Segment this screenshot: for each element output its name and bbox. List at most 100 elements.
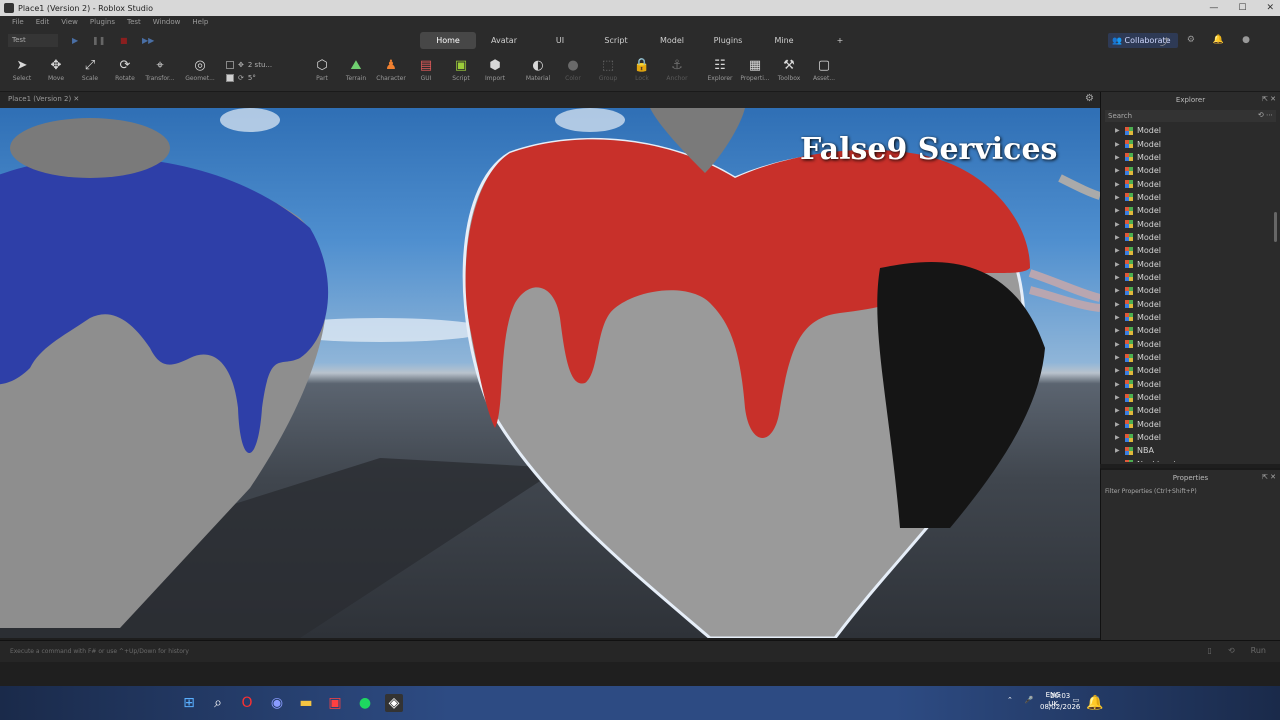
- anchor-tool[interactable]: ⚓ Anchor: [657, 57, 697, 82]
- clock[interactable]: 20:03 08/02/2026: [1040, 691, 1080, 713]
- tab-plugins[interactable]: Plugins: [700, 32, 756, 49]
- run-button[interactable]: Run: [1251, 646, 1266, 655]
- expand-caret-icon[interactable]: ▶: [1115, 301, 1125, 308]
- expand-caret-icon[interactable]: ▶: [1115, 381, 1125, 388]
- expand-caret-icon[interactable]: ▶: [1115, 421, 1125, 428]
- expand-caret-icon[interactable]: ▶: [1115, 154, 1125, 161]
- rotate-tool[interactable]: ⟳ Rotate: [105, 57, 145, 82]
- minimize-button[interactable]: —: [1209, 3, 1218, 13]
- spotify-icon[interactable]: ●: [356, 694, 374, 712]
- expand-caret-icon[interactable]: ▶: [1115, 367, 1125, 374]
- file-explorer-icon[interactable]: ▬: [297, 694, 315, 712]
- tree-item[interactable]: ▶ Model: [1101, 284, 1280, 297]
- tree-item[interactable]: ▶ Model: [1101, 297, 1280, 310]
- tree-item[interactable]: ▶ Model: [1101, 351, 1280, 364]
- move-snap-value[interactable]: 2 stu...: [248, 61, 272, 69]
- tree-item[interactable]: ▶ Model: [1101, 257, 1280, 270]
- bookmark-icon[interactable]: ▯: [1208, 646, 1212, 655]
- tree-item[interactable]: ▶ Model: [1101, 204, 1280, 217]
- tree-item[interactable]: ▶ Model: [1101, 418, 1280, 431]
- expand-caret-icon[interactable]: ▶: [1115, 234, 1125, 241]
- menu-plugins[interactable]: Plugins: [90, 18, 115, 26]
- tree-item[interactable]: ▶ Model: [1101, 311, 1280, 324]
- close-tab-icon[interactable]: ✕: [73, 95, 79, 103]
- settings-icon[interactable]: ⚙: [1187, 35, 1195, 48]
- tree-item[interactable]: ▶ Model: [1101, 231, 1280, 244]
- properties-filter-input[interactable]: Filter Properties (Ctrl+Shift+P): [1105, 488, 1276, 495]
- account-icon[interactable]: ●: [1242, 35, 1250, 48]
- tree-item[interactable]: ▶ Model: [1101, 404, 1280, 417]
- stop-icon[interactable]: ■: [120, 36, 128, 45]
- command-bar[interactable]: Execute a command with F# or use ^+Up/Do…: [0, 640, 1280, 662]
- import-tool[interactable]: ⬢ Import: [475, 57, 515, 82]
- gui-tool[interactable]: ▤ GUI: [406, 57, 446, 82]
- tree-item[interactable]: ▶ Model: [1101, 391, 1280, 404]
- tree-item[interactable]: ▶ Model: [1101, 378, 1280, 391]
- toolbox-tool[interactable]: ⚒ Toolbox: [769, 57, 809, 82]
- tree-item[interactable]: ▶ Model: [1101, 151, 1280, 164]
- expand-caret-icon[interactable]: ▶: [1115, 394, 1125, 401]
- tree-item[interactable]: ▶ Necklacej: [1101, 458, 1280, 462]
- menu-help[interactable]: Help: [192, 18, 208, 26]
- move-snap-checkbox[interactable]: [226, 60, 234, 69]
- explorer-scrollbar[interactable]: [1274, 212, 1277, 242]
- expand-caret-icon[interactable]: ▶: [1115, 341, 1125, 348]
- tree-item[interactable]: ▶ Model: [1101, 124, 1280, 137]
- tree-item[interactable]: ▶ Model: [1101, 164, 1280, 177]
- lock-tool[interactable]: 🔒 Lock: [622, 57, 662, 82]
- step-icon[interactable]: ▶▶: [142, 36, 154, 45]
- tree-item[interactable]: ▶ Model: [1101, 364, 1280, 377]
- expand-caret-icon[interactable]: ▶: [1115, 461, 1125, 462]
- expand-caret-icon[interactable]: ▶: [1115, 434, 1125, 441]
- scale-tool[interactable]: ⤢ Scale: [70, 57, 110, 82]
- explorer-tool[interactable]: ☷ Explorer: [700, 57, 740, 82]
- tree-item[interactable]: ▶ Model: [1101, 271, 1280, 284]
- viewport-settings-icon[interactable]: ⚙: [1085, 93, 1094, 104]
- tree-item[interactable]: ▶ Model: [1101, 244, 1280, 257]
- tree-item[interactable]: ▶ Model: [1101, 217, 1280, 230]
- transform-tool[interactable]: ⌖ Transfor...: [140, 57, 180, 82]
- microphone-icon[interactable]: 🎤: [1025, 696, 1034, 704]
- tree-item[interactable]: ▶ Model: [1101, 177, 1280, 190]
- 3d-viewport[interactable]: False9 Services: [0, 108, 1100, 638]
- roblox-studio-taskbar-icon[interactable]: ◈: [385, 694, 403, 712]
- menu-edit[interactable]: Edit: [36, 18, 50, 26]
- menu-view[interactable]: View: [61, 18, 78, 26]
- close-panel-icon[interactable]: ✕: [1270, 473, 1276, 481]
- expand-caret-icon[interactable]: ▶: [1115, 274, 1125, 281]
- geometry-tool[interactable]: ◎ Geomet...: [180, 57, 220, 82]
- tree-item[interactable]: ▶ Model: [1101, 338, 1280, 351]
- opera-icon[interactable]: O: [238, 694, 256, 712]
- menu-test[interactable]: Test: [127, 18, 141, 26]
- expand-caret-icon[interactable]: ▶: [1115, 207, 1125, 214]
- tab-home[interactable]: Home: [420, 32, 476, 49]
- tab-ui[interactable]: UI: [532, 32, 588, 49]
- search-icon[interactable]: ⌕: [209, 694, 227, 712]
- pause-icon[interactable]: ❚❚: [92, 36, 105, 45]
- tree-item[interactable]: ▶ Model: [1101, 324, 1280, 337]
- history-icon[interactable]: ⟲: [1258, 111, 1264, 119]
- rotate-snap-checkbox[interactable]: [226, 73, 234, 82]
- history-icon[interactable]: ⟲: [1228, 646, 1235, 655]
- explorer-search-input[interactable]: Search ⟲ ⋯: [1105, 110, 1276, 122]
- popout-icon[interactable]: ⇱: [1262, 473, 1268, 481]
- tree-item[interactable]: ▶ Model: [1101, 191, 1280, 204]
- start-icon[interactable]: ⊞: [180, 694, 198, 712]
- expand-caret-icon[interactable]: ▶: [1115, 181, 1125, 188]
- play-icon[interactable]: ▶: [72, 36, 78, 45]
- expand-caret-icon[interactable]: ▶: [1115, 287, 1125, 294]
- expand-caret-icon[interactable]: ▶: [1115, 221, 1125, 228]
- expand-caret-icon[interactable]: ▶: [1115, 167, 1125, 174]
- expand-caret-icon[interactable]: ▶: [1115, 141, 1125, 148]
- tree-item[interactable]: ▶ NBA: [1101, 444, 1280, 457]
- tree-item[interactable]: ▶ Model: [1101, 431, 1280, 444]
- material-tool[interactable]: ◐ Material: [518, 57, 558, 82]
- test-mode-select[interactable]: Test: [8, 34, 58, 47]
- expand-caret-icon[interactable]: ▶: [1115, 447, 1125, 454]
- tree-item[interactable]: ▶ Model: [1101, 137, 1280, 150]
- notifications-icon[interactable]: 🔔: [1213, 35, 1224, 48]
- menu-window[interactable]: Window: [153, 18, 181, 26]
- expand-caret-icon[interactable]: ▶: [1115, 194, 1125, 201]
- tab-add[interactable]: +: [812, 32, 868, 49]
- rotate-snap-value[interactable]: 5°: [248, 74, 256, 82]
